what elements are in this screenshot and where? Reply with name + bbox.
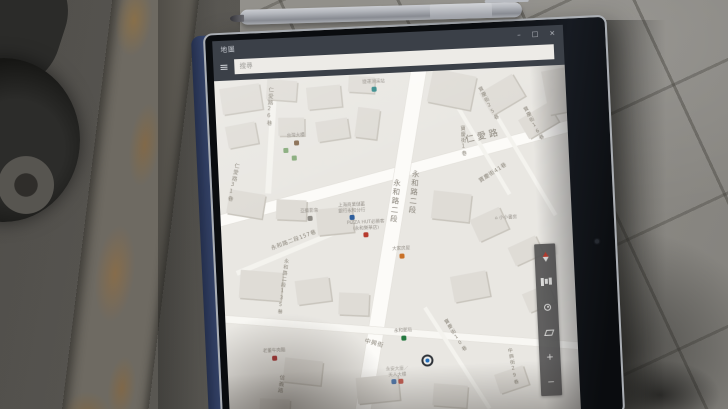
realty-icon	[398, 253, 405, 259]
minimize-button[interactable]: –	[517, 31, 521, 39]
building	[426, 68, 477, 111]
building	[259, 398, 290, 409]
building-poi-icon	[398, 378, 404, 385]
poi-text: 捷運頂溪站	[362, 79, 385, 86]
location-ring-icon	[543, 303, 552, 311]
building	[315, 117, 350, 143]
poi-label-bank[interactable]: 上海商業儲蓄 銀行永和分行	[338, 202, 366, 221]
poi-label-pizza-hut[interactable]: PIZZA HUT必勝客 (永和樂華店)	[347, 219, 385, 238]
poi-label-bookshop[interactable]: ⌂ 小小書房	[495, 215, 518, 222]
building	[430, 190, 472, 223]
tilt-button[interactable]	[538, 319, 560, 345]
building	[294, 276, 332, 305]
poi-text: 銀行永和分行	[338, 207, 366, 215]
building	[469, 206, 509, 243]
camera-icon	[594, 239, 600, 244]
wheel-hub	[0, 156, 54, 214]
building	[449, 270, 491, 303]
building	[338, 292, 370, 316]
building	[238, 269, 283, 301]
poi-label-realty[interactable]: 大家房屋	[392, 246, 411, 259]
park-icon[interactable]	[283, 147, 289, 154]
home-icon: ⌂	[494, 216, 498, 222]
building-poi-icon	[293, 139, 299, 146]
my-location-button[interactable]	[536, 294, 558, 320]
park-icon[interactable]	[291, 155, 297, 161]
tablet-device: 地圖 – □ × ≡ 搜尋 仁愛路26巷 仁愛路31巷 仁愛路 永和路二段 永和…	[190, 14, 626, 409]
app-title: 地圖	[220, 45, 236, 54]
tablet-bezel: 地圖 – □ × ≡ 搜尋 仁愛路26巷 仁愛路31巷 仁愛路 永和路二段 永和…	[202, 14, 626, 409]
poi-text: 亞藝影音	[300, 208, 319, 215]
building	[219, 83, 263, 115]
metro-station-icon	[371, 86, 377, 92]
pen-tip	[229, 14, 245, 23]
restaurant-icon	[363, 232, 369, 238]
street-label: 信義路	[276, 374, 285, 395]
poi-text: 大家房屋	[392, 246, 411, 253]
building	[282, 357, 324, 386]
post-office-icon	[400, 335, 406, 341]
tilt-icon	[543, 329, 554, 336]
poi-label-building[interactable]: 台灣大樓	[286, 133, 306, 146]
poi-text: (永和樂華店)	[352, 225, 380, 232]
close-button[interactable]: ×	[549, 29, 555, 37]
compass-needle-south-icon	[542, 256, 549, 262]
building	[354, 106, 381, 140]
poi-text: 老董牛肉麵	[262, 348, 286, 355]
compass-button[interactable]	[534, 243, 556, 269]
maximize-button[interactable]: □	[532, 30, 539, 38]
maps-app-window: 地圖 – □ × ≡ 搜尋 仁愛路26巷 仁愛路31巷 仁愛路 永和路二段 永和…	[212, 24, 582, 409]
building-poi-icon	[391, 379, 397, 385]
buildings-icon	[540, 277, 545, 287]
street-label: 寶慶街1巷	[459, 125, 467, 157]
poi-label-beef-noodle[interactable]: 老董牛肉麵	[263, 348, 286, 361]
street-photo-scene: 地圖 – □ × ≡ 搜尋 仁愛路26巷 仁愛路31巷 仁愛路 永和路二段 永和…	[0, 0, 728, 409]
building	[224, 121, 259, 149]
3d-cities-button[interactable]	[535, 269, 557, 295]
poi-label-station[interactable]: 捷運頂溪站	[362, 79, 385, 92]
store-icon	[306, 215, 313, 221]
restaurant-icon	[271, 355, 278, 361]
pen-clip-segment	[429, 2, 493, 20]
poi-text: 永和郵局	[393, 328, 413, 335]
current-location-dot	[421, 354, 434, 367]
map-toolbar: + −	[534, 243, 563, 397]
zoom-out-button[interactable]: −	[540, 370, 562, 396]
bank-icon	[349, 215, 355, 221]
poi-text: 台灣大樓	[286, 133, 305, 139]
zoom-in-button[interactable]: +	[539, 345, 561, 371]
poi-label-post-office[interactable]: 永和郵局	[393, 328, 413, 341]
buildings-icon	[548, 278, 553, 286]
buildings-icon	[544, 279, 548, 285]
hamburger-menu-icon[interactable]: ≡	[219, 60, 229, 73]
map-canvas[interactable]: 仁愛路26巷 仁愛路31巷 仁愛路 永和路二段 永和路二段 永和路二段157巷 …	[214, 64, 582, 409]
building	[305, 84, 342, 110]
poi-label-towers[interactable]: 永安大廈／ 天人大樓	[386, 366, 409, 387]
poi-text: 天人大樓	[388, 372, 407, 378]
poi-text: ⌂ 小小書房	[494, 215, 518, 222]
building	[432, 383, 468, 408]
poi-label-video-store[interactable]: 亞藝影音	[300, 208, 319, 221]
